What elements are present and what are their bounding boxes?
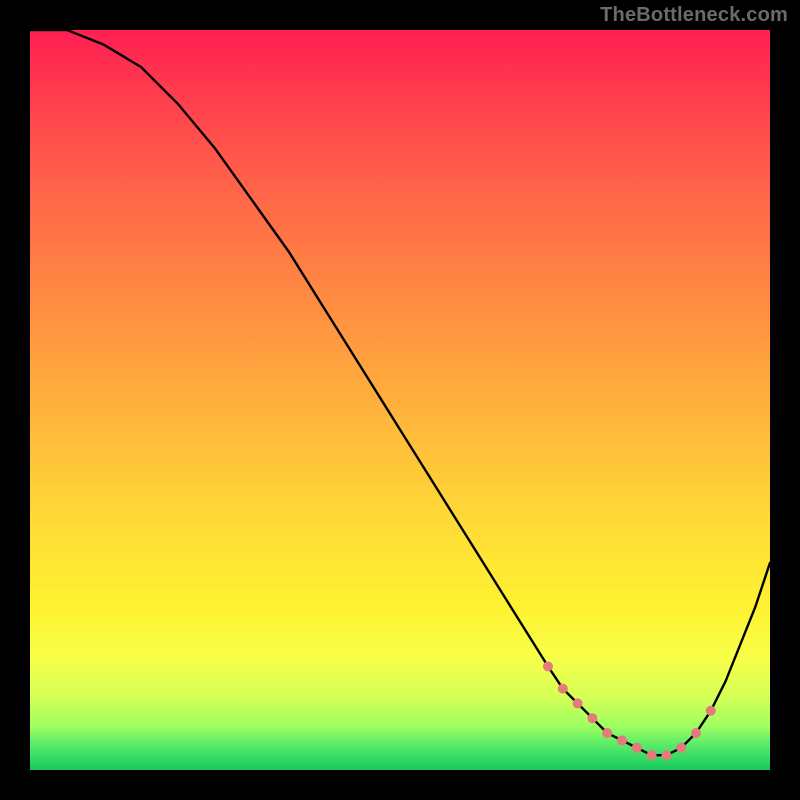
curve-marker [558,684,568,694]
curve-layer [30,30,770,770]
curve-marker [617,735,627,745]
curve-marker [661,750,671,760]
curve-marker [706,706,716,716]
curve-marker [691,728,701,738]
curve-marker [573,698,583,708]
plot-area [30,30,770,770]
curve-marker [632,743,642,753]
bottleneck-curve [30,30,770,755]
curve-marker [587,713,597,723]
curve-marker [602,728,612,738]
curve-marker [647,750,657,760]
watermark: TheBottleneck.com [600,4,788,27]
curve-marker [676,743,686,753]
chart-frame: TheBottleneck.com [0,0,800,800]
curve-marker [543,661,553,671]
